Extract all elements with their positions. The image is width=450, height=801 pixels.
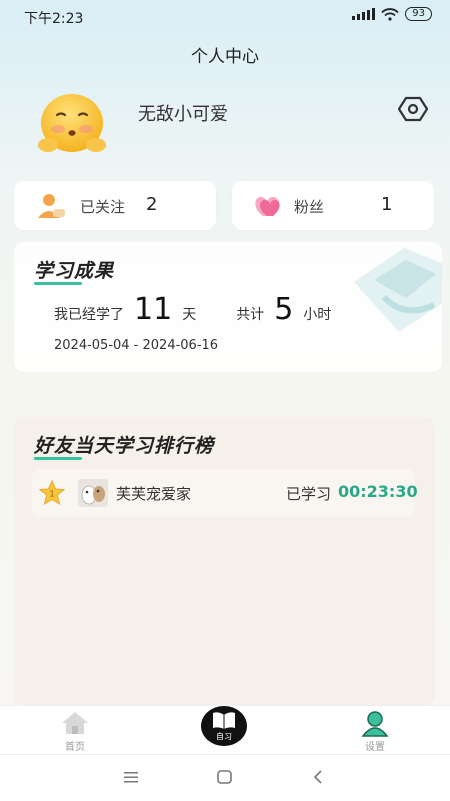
title-underline bbox=[34, 457, 82, 460]
follow-label: 已关注 bbox=[80, 198, 126, 216]
user-icon bbox=[38, 194, 65, 218]
study-hours: 5 bbox=[274, 292, 294, 327]
home-square-icon[interactable] bbox=[217, 770, 232, 784]
hexagon-gear-icon[interactable] bbox=[398, 94, 428, 124]
menu-icon[interactable] bbox=[124, 771, 138, 783]
friend-avatar bbox=[78, 479, 108, 507]
person-icon bbox=[361, 711, 389, 737]
wifi-icon bbox=[381, 7, 399, 21]
page-title: 个人中心 bbox=[191, 47, 259, 67]
back-icon[interactable] bbox=[313, 770, 323, 784]
date-range: 2024-05-04 - 2024-06-16 bbox=[54, 338, 219, 353]
tab-settings-label: 设置 bbox=[365, 742, 385, 753]
learned-prefix: 我已经学了 bbox=[54, 307, 124, 323]
nickname: 无敌小可爱 bbox=[138, 104, 228, 125]
book-icon bbox=[213, 712, 235, 729]
rank-time-label: 已学习 bbox=[286, 485, 332, 503]
follow-count: 2 bbox=[146, 194, 158, 215]
tab-home-label: 首页 bbox=[65, 742, 85, 753]
status-icons: 93 bbox=[352, 7, 432, 21]
fans-card[interactable]: 粉丝 1 bbox=[232, 181, 434, 230]
system-nav-bar bbox=[0, 754, 450, 801]
total-prefix: 共计 bbox=[236, 307, 265, 323]
status-time: 下午2:23 bbox=[24, 11, 84, 27]
heart-icon bbox=[255, 197, 280, 216]
ranking-card: 好友当天学习排行榜 1 芙芙宠爱家 已学习 00:23:30 bbox=[14, 417, 435, 705]
follow-card[interactable]: 已关注 2 bbox=[14, 181, 216, 230]
ranking-title: 好友当天学习排行榜 bbox=[34, 431, 214, 460]
study-result-card: 学习成果 我已经学了 11 天 共计 5 小时 2024-05-04 - 202… bbox=[14, 242, 442, 372]
study-title: 学习成果 bbox=[34, 256, 114, 285]
study-summary: 我已经学了 11 天 共计 5 小时 bbox=[54, 292, 331, 327]
status-bar: 下午2:23 93 bbox=[0, 0, 450, 32]
rank-number: 1 bbox=[49, 490, 54, 499]
fans-label: 粉丝 bbox=[294, 198, 325, 216]
rank-time: 00:23:30 bbox=[338, 482, 418, 501]
days-unit: 天 bbox=[182, 307, 197, 323]
rank-friend-name: 芙芙宠爱家 bbox=[116, 485, 192, 503]
title-underline bbox=[34, 282, 82, 285]
hours-unit: 小时 bbox=[303, 307, 332, 323]
tab-study-label: 自习 bbox=[216, 732, 232, 741]
tab-study[interactable]: 自习 bbox=[201, 706, 247, 746]
battery-icon: 93 bbox=[405, 7, 432, 21]
emoji-face-avatar[interactable] bbox=[36, 93, 108, 157]
tab-home[interactable]: 首页 bbox=[45, 708, 105, 754]
ranking-row[interactable]: 1 芙芙宠爱家 已学习 00:23:30 bbox=[32, 469, 418, 517]
graduation-cap-decoration bbox=[354, 248, 442, 332]
tab-settings[interactable]: 设置 bbox=[345, 708, 405, 754]
fans-count: 1 bbox=[381, 194, 393, 215]
home-icon bbox=[62, 712, 88, 734]
rank-star-icon: 1 bbox=[38, 480, 66, 506]
study-days: 11 bbox=[134, 292, 173, 327]
signal-icon bbox=[352, 8, 376, 20]
